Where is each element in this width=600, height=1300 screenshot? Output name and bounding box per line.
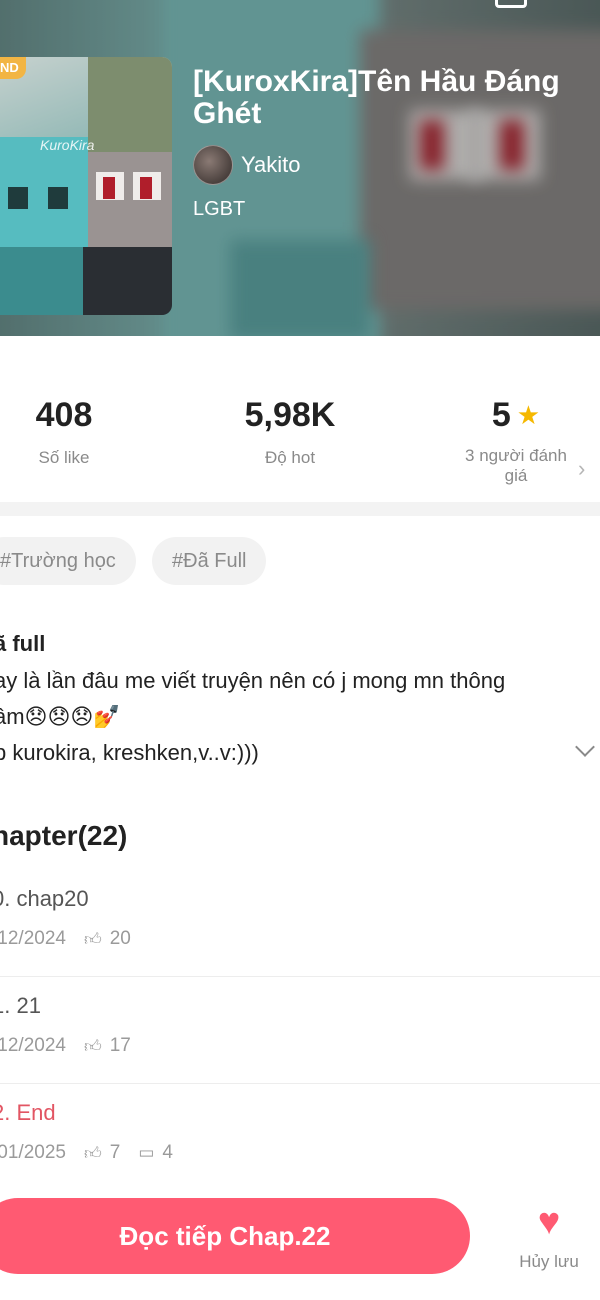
description-line: ay là lần đâu me viết truyện nên có j mo… <box>0 668 506 693</box>
chapter-likes: 20 <box>109 928 131 949</box>
unsave-label[interactable]: Hủy lưu <box>515 1252 583 1272</box>
likes-label: Số like <box>38 448 90 467</box>
status-badge: ND <box>0 57 26 79</box>
bookmark-icon[interactable] <box>495 0 527 8</box>
author-row[interactable]: Yakito <box>193 145 301 185</box>
stats-row: 408 Số like 5,98K Độ hot 5 ★ 3 người đán… <box>0 336 600 502</box>
thumbs-up-icon: 👍︎ <box>83 929 102 949</box>
chapter-date: /01/2025 <box>0 1142 66 1163</box>
hot-label: Độ hot <box>264 448 316 467</box>
chapters-heading: hapter(22) <box>0 820 128 851</box>
book-cover: KuroKira <box>0 57 172 315</box>
comment-icon: ▭ <box>138 1143 155 1162</box>
chapter-comments: 4 <box>162 1142 173 1163</box>
book-header: KuroKira ND [KuroxKira]Tên Hầu Đáng Ghét… <box>0 0 600 336</box>
chapter-title[interactable]: 0. chap20 <box>0 886 89 912</box>
chapter-date: /12/2024 <box>0 928 66 949</box>
section-divider <box>0 502 600 516</box>
stat-hot: 5,98K Độ hot <box>230 396 350 468</box>
continue-reading-button[interactable]: Đọc tiếp Chap.22 <box>0 1198 470 1274</box>
tag-da-full[interactable]: #Đã Full <box>152 537 267 585</box>
book-title: [KuroxKira]Tên Hầu Đáng Ghét <box>193 65 560 130</box>
expand-chevron-down-icon[interactable] <box>575 737 595 757</box>
chapter-item[interactable]: 2. End /01/2025 👍︎ 7 ▭ 4 <box>0 1084 600 1191</box>
likes-count: 408 <box>35 396 93 434</box>
hot-count: 5,98K <box>244 396 336 434</box>
thumbs-up-icon: 👍︎ <box>83 1143 102 1163</box>
rating-value: 5 <box>491 396 511 434</box>
author-name[interactable]: Yakito <box>241 152 301 178</box>
rating-label-line1: 3 người đánh <box>465 446 567 465</box>
chapter-item[interactable]: 1. 21 /12/2024 👍︎ 17 <box>0 977 600 1084</box>
unsave-button[interactable]: ♥ Hủy lưu <box>515 1202 583 1272</box>
heart-icon[interactable]: ♥ <box>515 1202 583 1242</box>
stat-likes: 408 Số like <box>14 396 114 468</box>
tag-truong-hoc[interactable]: #Trường học <box>0 537 136 585</box>
star-icon: ★ <box>516 400 541 430</box>
description-line: âm😞😞😞💅 <box>0 704 121 729</box>
description-line: p kurokira, kreshken,v..v:))) <box>0 740 259 765</box>
thumbs-up-icon: 👍︎ <box>83 1036 102 1056</box>
chapter-likes: 7 <box>109 1142 121 1163</box>
chapter-title[interactable]: 2. End <box>0 1100 56 1126</box>
chevron-right-icon[interactable]: › <box>578 456 585 482</box>
rating-label-line2: giá <box>504 466 528 485</box>
stat-rating[interactable]: 5 ★ 3 người đánh giá <box>450 396 582 486</box>
avatar[interactable] <box>193 145 233 185</box>
chapter-item[interactable]: 0. chap20 /12/2024 👍︎ 20 <box>0 870 600 977</box>
chapter-date: /12/2024 <box>0 1035 66 1056</box>
bottom-action-bar: Đọc tiếp Chap.22 ♥ Hủy lưu <box>0 1180 600 1300</box>
chapter-title[interactable]: 1. 21 <box>0 993 41 1019</box>
description-status: ã full <box>0 631 46 656</box>
chapter-likes: 17 <box>109 1035 131 1056</box>
cover-watermark: KuroKira <box>40 137 95 153</box>
genre-label: LGBT <box>193 198 246 220</box>
